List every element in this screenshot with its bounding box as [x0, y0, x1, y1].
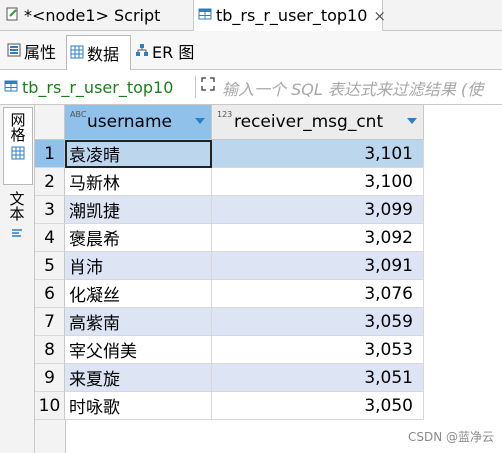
table-icon	[4, 78, 18, 97]
row-number[interactable]: 1	[35, 140, 65, 168]
table-row[interactable]: 5 肖沛 3,091	[35, 252, 424, 280]
tab-label: 数据	[87, 45, 120, 64]
grid-view-button[interactable]: 网格	[3, 107, 33, 185]
results-grid: ABC username 123 receiver_msg_cnt 1 袁凌晴 3,…	[35, 105, 502, 453]
table-row[interactable]: 1 袁凌晴 3,101	[35, 140, 424, 168]
column-name: username	[87, 112, 172, 132]
cell-receiver-msg-cnt[interactable]: 3,100	[212, 168, 424, 196]
table-row[interactable]: 4 褒晨希 3,092	[35, 224, 424, 252]
row-number[interactable]: 9	[35, 364, 65, 392]
cell-receiver-msg-cnt[interactable]: 3,050	[212, 392, 424, 420]
table-row[interactable]: 10 时咏歌 3,050	[35, 392, 424, 420]
tab-label: 属性	[24, 43, 57, 62]
cell-username[interactable]: 来夏旋	[65, 364, 212, 392]
table-row[interactable]: 3 潮凯捷 3,099	[35, 196, 424, 224]
cell-username[interactable]: 肖沛	[65, 252, 212, 280]
cell-username[interactable]: 袁凌晴	[65, 140, 212, 168]
table-icon	[198, 6, 212, 25]
view-mode-panel: 网格 文本	[0, 105, 35, 453]
cell-receiver-msg-cnt[interactable]: 3,092	[212, 224, 424, 252]
table-name-label: tb_rs_r_user_top10	[4, 74, 173, 100]
string-type-icon: ABC	[70, 110, 87, 119]
row-number[interactable]: 2	[35, 168, 65, 196]
row-number[interactable]: 7	[35, 308, 65, 336]
column-header-username[interactable]: ABC username	[65, 105, 212, 140]
column-name: receiver_msg_cnt	[234, 112, 384, 132]
cell-receiver-msg-cnt[interactable]: 3,091	[212, 252, 424, 280]
cell-username[interactable]: 高紫南	[65, 308, 212, 336]
editor-subtab-bar: 属性 数据 ER 图	[0, 31, 502, 70]
text-view-label: 文本	[7, 191, 26, 221]
cell-username[interactable]: 化凝丝	[65, 280, 212, 308]
cell-username[interactable]: 马新林	[65, 168, 212, 196]
row-number[interactable]: 10	[35, 392, 65, 420]
table-row[interactable]: 6 化凝丝 3,076	[35, 280, 424, 308]
sql-script-icon	[6, 6, 20, 25]
tab-label: *<node1> Script	[24, 5, 161, 25]
tab-label: tb_rs_r_user_top10	[216, 6, 368, 25]
er-diagram-icon	[135, 42, 149, 61]
tab-node1-script[interactable]: *<node1> Script	[2, 0, 192, 30]
filter-input[interactable]: 输入一个 SQL 表达式来过滤结果 (使	[222, 76, 483, 100]
grid-icon	[11, 146, 25, 164]
close-icon[interactable]: ×	[373, 7, 386, 25]
grid-header: ABC username 123 receiver_msg_cnt	[35, 105, 502, 140]
grid-view-label: 网格	[8, 112, 27, 142]
table-row[interactable]: 9 来夏旋 3,051	[35, 364, 424, 392]
grid-icon	[70, 44, 84, 63]
cell-receiver-msg-cnt[interactable]: 3,053	[212, 336, 424, 364]
row-number[interactable]: 5	[35, 252, 65, 280]
cell-receiver-msg-cnt[interactable]: 3,099	[212, 196, 424, 224]
row-number[interactable]: 3	[35, 196, 65, 224]
sort-dropdown-icon[interactable]	[407, 118, 417, 124]
table-row[interactable]: 7 高紫南 3,059	[35, 308, 424, 336]
row-number-gutter	[35, 420, 66, 453]
tab-tb-rs-r-user-top10[interactable]: tb_rs_r_user_top10 ×	[193, 0, 386, 31]
cell-receiver-msg-cnt[interactable]: 3,101	[212, 140, 424, 168]
sort-dropdown-icon[interactable]	[195, 118, 205, 124]
row-number[interactable]: 8	[35, 336, 65, 364]
tab-er-diagram[interactable]: ER 图	[132, 36, 204, 66]
properties-icon	[7, 42, 21, 61]
cell-username[interactable]: 宰父俏美	[65, 336, 212, 364]
table-name: tb_rs_r_user_top10	[22, 77, 174, 97]
text-view-icon	[11, 225, 23, 243]
number-type-icon: 123	[217, 110, 233, 119]
cell-username[interactable]: 潮凯捷	[65, 196, 212, 224]
filter-bar: tb_rs_r_user_top10 输入一个 SQL 表达式来过滤结果 (使	[0, 70, 502, 105]
cell-username[interactable]: 时咏歌	[65, 392, 212, 420]
cell-receiver-msg-cnt[interactable]: 3,051	[212, 364, 424, 392]
row-number[interactable]: 6	[35, 280, 65, 308]
expand-icon[interactable]	[200, 76, 216, 96]
tab-properties[interactable]: 属性	[4, 36, 64, 66]
cell-username[interactable]: 褒晨希	[65, 224, 212, 252]
watermark: CSDN @蓝净云	[407, 430, 494, 444]
table-row[interactable]: 2 马新林 3,100	[35, 168, 424, 196]
divider	[195, 76, 196, 98]
tab-data[interactable]: 数据	[66, 35, 131, 70]
cell-receiver-msg-cnt[interactable]: 3,076	[212, 280, 424, 308]
table-row[interactable]: 8 宰父俏美 3,053	[35, 336, 424, 364]
editor-tab-bar: *<node1> Script tb_rs_r_user_top10 ×	[0, 0, 502, 31]
row-number-header[interactable]	[35, 105, 65, 140]
column-header-receiver-msg-cnt[interactable]: 123 receiver_msg_cnt	[212, 105, 424, 140]
cell-receiver-msg-cnt[interactable]: 3,059	[212, 308, 424, 336]
tab-label: ER 图	[152, 43, 195, 62]
text-view-button[interactable]: 文本	[3, 187, 31, 257]
row-number[interactable]: 4	[35, 224, 65, 252]
